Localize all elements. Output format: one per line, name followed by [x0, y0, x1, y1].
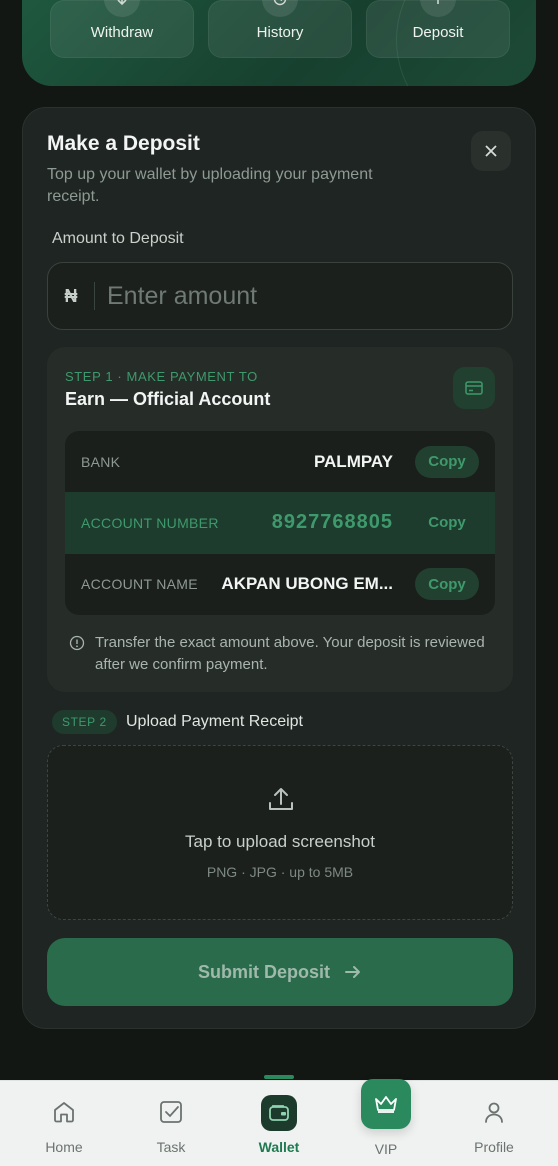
deposit-button[interactable]: Deposit: [366, 0, 510, 58]
active-tab-indicator: [264, 1075, 294, 1079]
nav-vip-label: VIP: [374, 1141, 398, 1157]
account-details: BANK PALMPAY Copy ACCOUNT NUMBER 8927768…: [65, 431, 495, 615]
account-name-row: ACCOUNT NAME AKPAN UBONG EM... Copy: [65, 554, 495, 615]
close-icon: [485, 145, 497, 157]
history-button[interactable]: History: [208, 0, 352, 58]
wallet-icon: [269, 1105, 289, 1121]
profile-icon: [485, 1102, 503, 1123]
nav-home-label: Home: [45, 1139, 83, 1155]
deposit-panel: Make a Deposit Top up your wallet by upl…: [22, 107, 536, 1029]
copy-account-name-button[interactable]: Copy: [415, 568, 479, 601]
currency-symbol: ₦: [64, 285, 78, 306]
credit-card-icon: [465, 381, 483, 395]
withdraw-icon: [104, 0, 140, 17]
upload-dropzone[interactable]: Tap to upload screenshot PNG · JPG · up …: [47, 745, 513, 920]
wallet-pill: [261, 1095, 297, 1131]
page-subtitle: Top up your wallet by uploading your pay…: [47, 166, 373, 205]
task-icon: [160, 1101, 182, 1123]
nav-home[interactable]: Home: [14, 1081, 114, 1166]
upload-title: Tap to upload screenshot: [185, 832, 375, 851]
step1-title: Earn — Official Account: [65, 389, 271, 409]
account-name-value: AKPAN UBONG EM...: [221, 574, 393, 594]
nav-profile[interactable]: Profile: [444, 1081, 544, 1166]
nav-wallet[interactable]: Wallet: [229, 1081, 329, 1166]
transfer-note-text: Transfer the exact amount above. Your de…: [95, 634, 485, 673]
nav-wallet-label: Wallet: [258, 1139, 300, 1155]
vip-button: [361, 1079, 411, 1129]
step1-kicker: STEP 1 · MAKE PAYMENT TO: [65, 369, 258, 384]
account-number-label: ACCOUNT NUMBER: [81, 514, 219, 531]
amount-field[interactable]: ₦: [47, 262, 513, 330]
quick-actions: Withdraw History Deposit: [50, 0, 510, 58]
amount-divider: [94, 282, 95, 310]
copy-bank-button[interactable]: Copy: [415, 445, 479, 478]
deposit-icon: [420, 0, 456, 17]
account-name-label: ACCOUNT NAME: [81, 576, 198, 593]
arrow-right-icon: [345, 966, 360, 978]
bank-row: BANK PALMPAY Copy: [65, 431, 495, 492]
nav-vip[interactable]: VIP: [336, 1079, 436, 1166]
withdraw-button[interactable]: Withdraw: [50, 0, 194, 58]
card-icon-box: [453, 367, 495, 409]
upload-icon: [269, 788, 293, 810]
close-button[interactable]: [471, 131, 511, 171]
info-icon: [69, 635, 85, 651]
history-label: History: [256, 24, 304, 41]
bank-value: PALMPAY: [313, 451, 393, 471]
upload-hint: PNG · JPG · up to 5MB: [206, 864, 354, 880]
account-number-value: 8927768805: [271, 511, 393, 534]
nav-profile-label: Profile: [474, 1139, 514, 1155]
account-number-row: ACCOUNT NUMBER 8927768805 Copy: [65, 492, 495, 554]
history-icon: [262, 0, 298, 17]
deposit-label: Deposit: [412, 24, 464, 41]
page-title: Make a Deposit: [47, 132, 200, 155]
crown-icon: [375, 1096, 397, 1113]
nav-task-label: Task: [156, 1139, 186, 1155]
nav-task[interactable]: Task: [121, 1081, 221, 1166]
submit-deposit-button[interactable]: Submit Deposit: [47, 938, 513, 1006]
transfer-note: Transfer the exact amount above. Your de…: [69, 632, 489, 676]
withdraw-label: Withdraw: [90, 24, 154, 41]
step1-card: STEP 1 · MAKE PAYMENT TO Earn — Official…: [47, 347, 513, 692]
step2-title: Upload Payment Receipt: [126, 713, 303, 730]
step2-badge: STEP 2: [52, 710, 117, 734]
bottom-nav: Home Task Wallet VIP Profile: [0, 1079, 558, 1166]
home-icon: [54, 1102, 74, 1123]
submit-label: Submit Deposit: [197, 961, 330, 982]
amount-label: Amount to Deposit: [52, 230, 184, 247]
copy-account-number-button[interactable]: Copy: [415, 507, 479, 539]
amount-input[interactable]: [107, 281, 512, 311]
bank-label: BANK: [81, 453, 121, 470]
